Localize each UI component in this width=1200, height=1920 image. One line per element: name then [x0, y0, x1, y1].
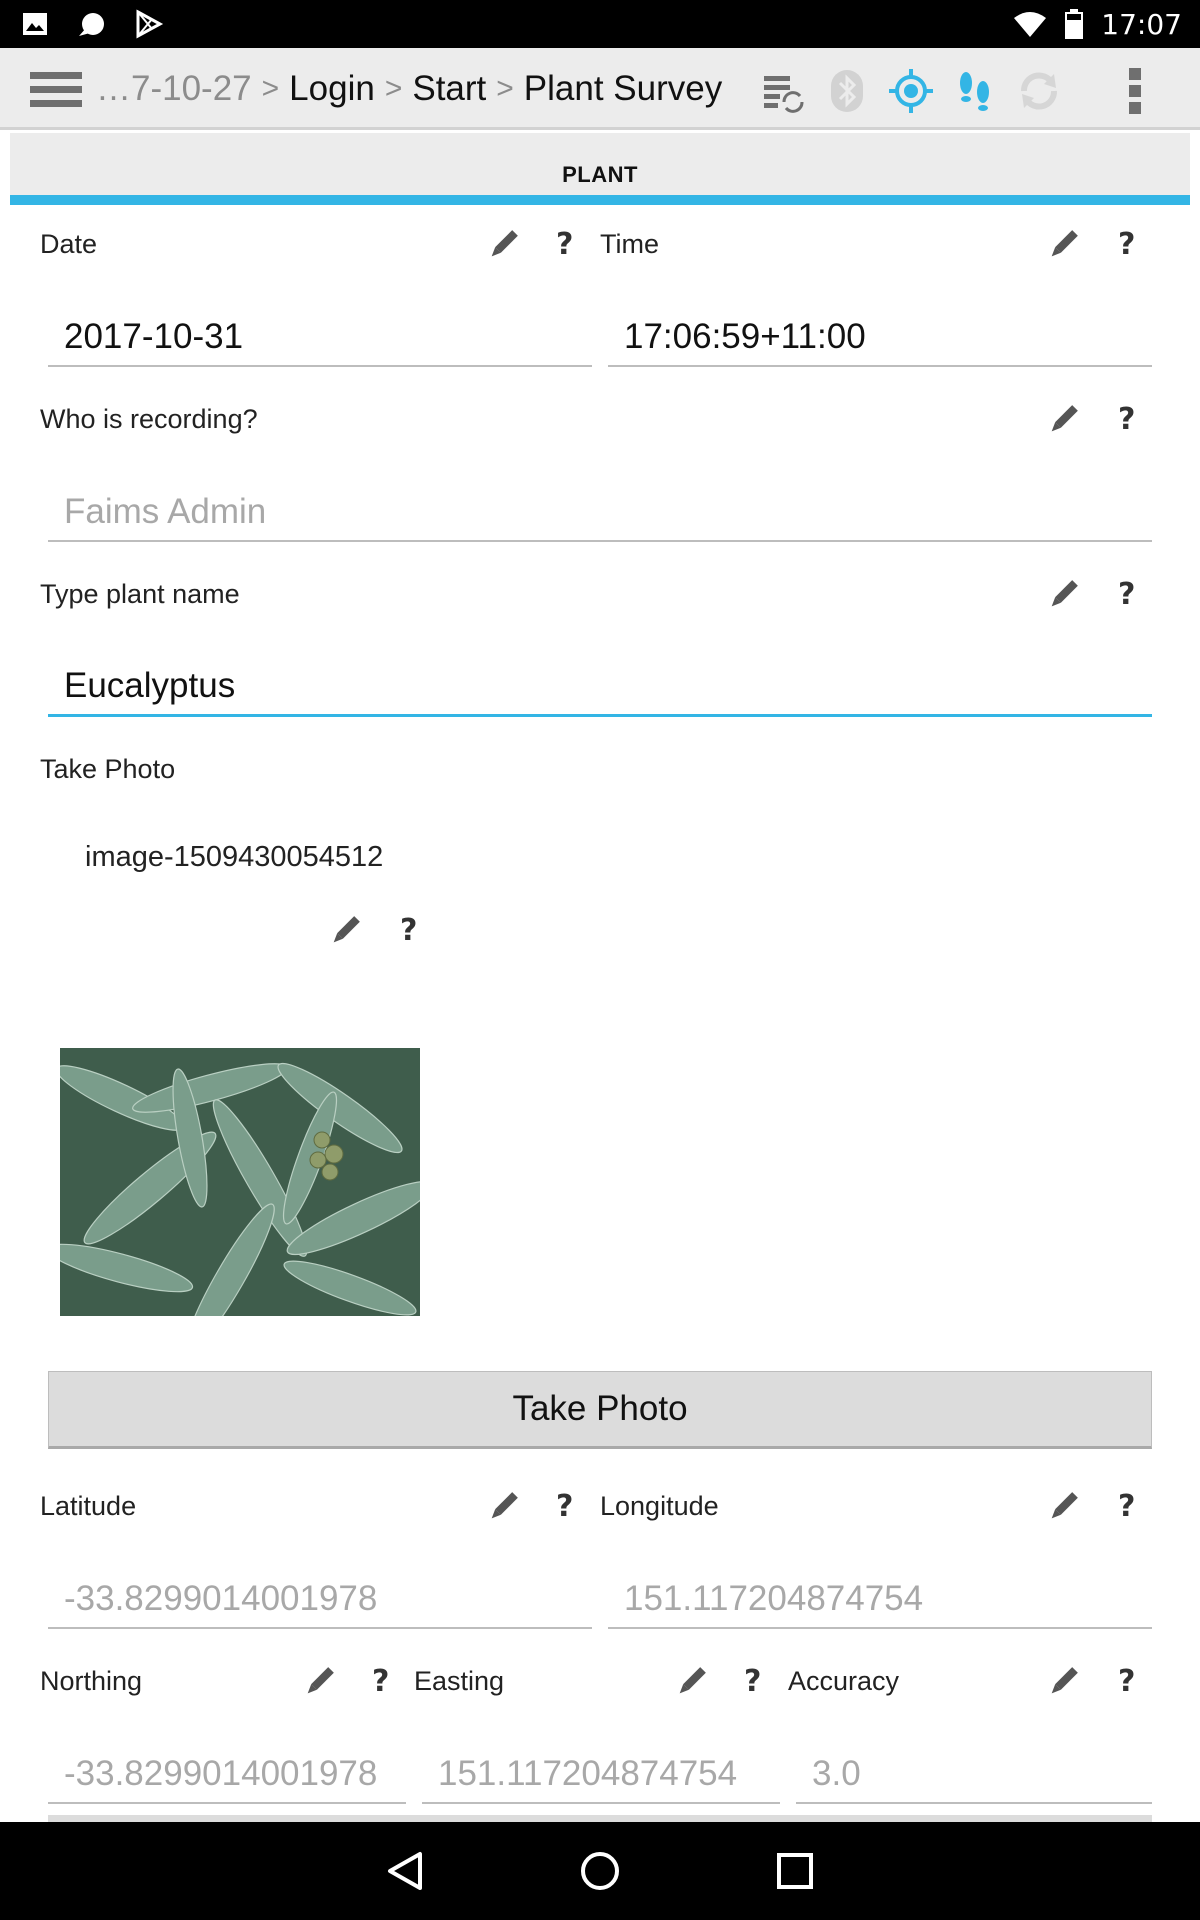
breadcrumb-login[interactable]: Login	[289, 69, 375, 109]
status-bar: 17:07	[0, 0, 1200, 48]
breadcrumb-start[interactable]: Start	[412, 69, 486, 109]
edit-pencil-icon[interactable]	[674, 1665, 708, 1699]
northing-label: Northing	[40, 1666, 143, 1696]
latitude-value: -33.8299014001978	[64, 1579, 378, 1618]
recorder-label: Who is recording?	[40, 404, 258, 434]
home-icon[interactable]	[575, 1846, 625, 1896]
play-store-icon	[136, 9, 164, 39]
edit-pencil-icon[interactable]	[1046, 1665, 1080, 1699]
tab-indicator	[10, 195, 1190, 205]
help-icon[interactable]: ?	[1118, 577, 1135, 612]
edit-pencil-icon[interactable]	[1046, 578, 1080, 612]
photo-thumbnail[interactable]	[60, 1048, 420, 1316]
northing-field[interactable]: -33.8299014001978	[48, 1750, 406, 1804]
edit-pencil-icon[interactable]	[486, 1490, 520, 1524]
easting-value: 151.117204874754	[438, 1754, 738, 1793]
help-icon[interactable]: ?	[556, 227, 573, 262]
photo-file-name: image-1509430054512	[85, 841, 384, 873]
edit-pencil-icon[interactable]	[1046, 228, 1080, 262]
breadcrumb-plant-survey[interactable]: Plant Survey	[524, 69, 722, 109]
battery-icon	[1065, 9, 1084, 39]
longitude-label: Longitude	[600, 1491, 719, 1521]
recorder-field[interactable]: Faims Admin	[48, 488, 1152, 542]
recents-icon[interactable]	[770, 1846, 820, 1896]
next-button-partial[interactable]	[48, 1815, 1152, 1822]
easting-field[interactable]: 151.117204874754	[422, 1750, 780, 1804]
edit-pencil-icon[interactable]	[302, 1665, 336, 1699]
date-field[interactable]: 2017-10-31	[48, 313, 592, 367]
help-icon[interactable]: ?	[1118, 227, 1135, 262]
help-icon[interactable]: ?	[372, 1664, 389, 1699]
plant-name-value: Eucalyptus	[64, 666, 236, 705]
help-icon[interactable]: ?	[744, 1664, 761, 1699]
action-bar: …7-10-27 > Login > Start > Plant Survey	[0, 48, 1200, 130]
help-icon[interactable]: ?	[1118, 1664, 1135, 1699]
plant-name-label: Type plant name	[40, 579, 240, 609]
longitude-field[interactable]: 151.117204874754	[608, 1575, 1152, 1629]
menu-icon[interactable]	[30, 70, 82, 110]
navigation-bar	[0, 1822, 1200, 1920]
sync-list-icon[interactable]	[758, 66, 808, 116]
tab-label: PLANT	[562, 162, 638, 187]
accuracy-label: Accuracy	[788, 1666, 900, 1696]
edit-pencil-icon[interactable]	[1046, 403, 1080, 437]
wifi-icon	[1014, 12, 1047, 37]
northing-value: -33.8299014001978	[64, 1754, 378, 1793]
date-value: 2017-10-31	[64, 317, 244, 356]
latitude-label: Latitude	[40, 1491, 137, 1521]
take-photo-button[interactable]: Take Photo	[48, 1371, 1152, 1449]
help-icon[interactable]: ?	[400, 913, 417, 948]
accuracy-field[interactable]: 3.0	[796, 1750, 1152, 1804]
recorder-value: Faims Admin	[64, 492, 267, 531]
longitude-value: 151.117204874754	[624, 1579, 924, 1618]
plant-name-field[interactable]: Eucalyptus	[48, 663, 1152, 717]
image-icon	[23, 13, 47, 35]
tracking-footsteps-icon[interactable]	[950, 66, 1000, 116]
time-label: Time	[600, 229, 659, 259]
help-icon[interactable]: ?	[556, 1489, 573, 1524]
edit-pencil-icon[interactable]	[486, 228, 520, 262]
edit-pencil-icon[interactable]	[328, 914, 362, 948]
edit-pencil-icon[interactable]	[1046, 1490, 1080, 1524]
overflow-menu-icon[interactable]	[1110, 66, 1160, 116]
breadcrumb-truncated[interactable]: …7-10-27	[96, 69, 252, 109]
breadcrumb-separator: >	[261, 72, 280, 105]
take-photo-label: Take Photo	[40, 754, 176, 784]
breadcrumb-separator: >	[496, 72, 514, 105]
time-field[interactable]: 17:06:59+11:00	[608, 313, 1152, 367]
date-label: Date	[40, 229, 98, 259]
back-icon[interactable]	[380, 1846, 430, 1896]
bluetooth-icon[interactable]	[822, 66, 872, 116]
easting-label: Easting	[414, 1666, 505, 1696]
status-time: 17:07	[1101, 7, 1182, 41]
gps-icon[interactable]	[886, 66, 936, 116]
form-content: Date ? Time ? 2017-10-31 17:06:59+11:00 …	[10, 205, 1190, 1822]
refresh-icon[interactable]	[1014, 66, 1064, 116]
breadcrumb: …7-10-27 > Login > Start > Plant Survey	[96, 48, 722, 130]
tab-plant[interactable]: PLANT	[10, 133, 1190, 205]
help-icon[interactable]: ?	[1118, 1489, 1135, 1524]
latitude-field[interactable]: -33.8299014001978	[48, 1575, 592, 1629]
breadcrumb-separator: >	[384, 72, 403, 105]
help-icon[interactable]: ?	[1118, 402, 1135, 437]
time-value: 17:06:59+11:00	[624, 317, 866, 356]
chat-bubble-icon	[79, 13, 104, 36]
accuracy-value: 3.0	[812, 1754, 861, 1793]
